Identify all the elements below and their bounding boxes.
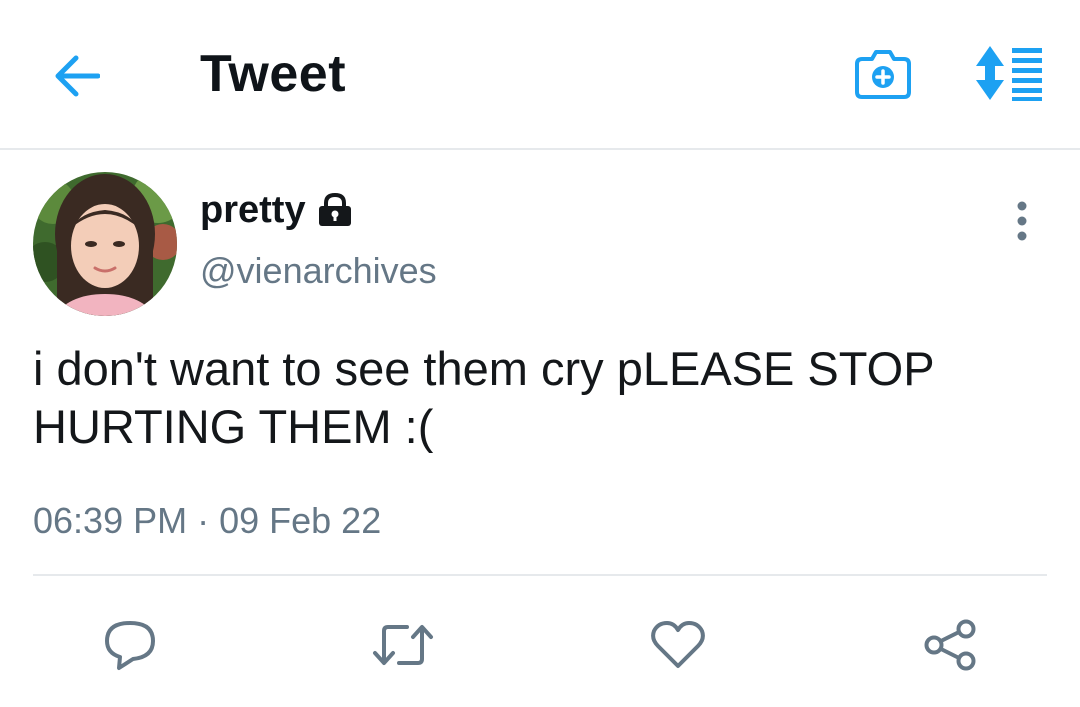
avatar[interactable] [33, 172, 177, 316]
tweet-timestamp[interactable]: 06:39 PM · 09 Feb 22 [33, 500, 381, 542]
reply-button[interactable] [95, 610, 165, 680]
reply-bubble-icon [105, 621, 155, 670]
lock-icon [316, 192, 354, 228]
tweet-time: 06:39 PM [33, 500, 188, 541]
share-icon [924, 619, 976, 671]
divider [33, 574, 1047, 576]
heart-icon [651, 621, 705, 668]
author-name-row[interactable]: pretty [200, 186, 354, 234]
camera-plus-icon [855, 50, 911, 99]
share-button[interactable] [916, 610, 986, 680]
top-app-bar: Tweet [0, 0, 1080, 150]
retweet-icon [373, 625, 433, 665]
retweet-button[interactable] [368, 610, 438, 680]
more-options-button[interactable] [1002, 196, 1042, 246]
tweet-date: 09 Feb 22 [219, 500, 382, 541]
camera-button[interactable] [850, 40, 916, 106]
more-vertical-icon [1017, 201, 1027, 241]
like-button[interactable] [643, 610, 713, 680]
page-title: Tweet [200, 45, 347, 103]
timestamp-separator: · [197, 500, 210, 541]
sort-arrows-icon [976, 46, 1042, 101]
back-button[interactable] [44, 44, 108, 108]
sort-button[interactable] [968, 40, 1052, 106]
arrow-left-icon [55, 55, 100, 97]
profile-photo [33, 172, 177, 316]
display-name[interactable]: pretty [200, 189, 306, 232]
user-handle[interactable]: @vienarchives [200, 250, 437, 292]
tweet-action-bar [0, 600, 1080, 686]
tweet-text: i don't want to see them cry pLEASE STOP… [33, 342, 934, 453]
